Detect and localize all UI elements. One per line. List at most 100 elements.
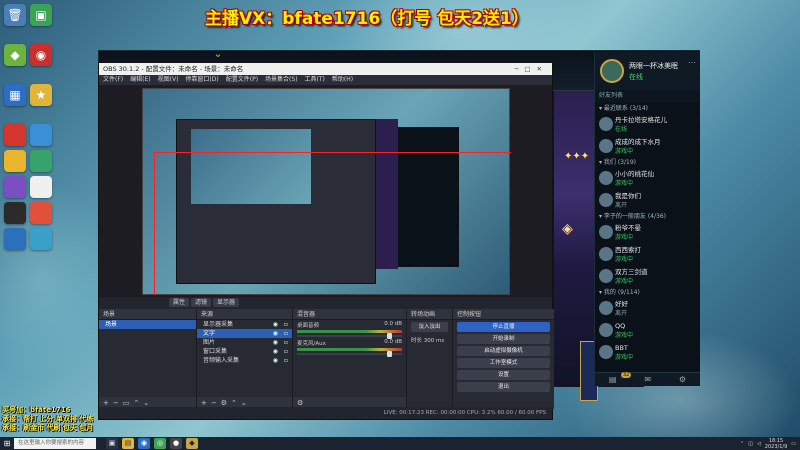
notification-icon[interactable]: ▭ bbox=[791, 441, 796, 447]
desktop-app-icon[interactable] bbox=[4, 202, 26, 224]
volume-slider[interactable] bbox=[297, 333, 402, 339]
lock-icon[interactable]: ▫ bbox=[284, 329, 288, 338]
source-item[interactable]: 窗口采集 ◉ ▫ bbox=[197, 347, 292, 356]
desktop-app-icon[interactable] bbox=[4, 228, 26, 250]
desktop-app-icon[interactable] bbox=[30, 124, 52, 146]
mail-icon[interactable]: ✉ bbox=[644, 375, 651, 384]
visibility-eye-icon[interactable]: ◉ bbox=[273, 347, 278, 356]
maximize-icon[interactable]: □ bbox=[524, 65, 536, 73]
friend-row[interactable]: 成成的成下水月 游戏中 bbox=[595, 136, 700, 158]
friend-row[interactable]: 我是你们 离开 bbox=[595, 190, 700, 212]
obs-icon[interactable]: ● bbox=[170, 438, 182, 449]
file-explorer-icon[interactable]: ▤ bbox=[122, 438, 134, 449]
menu-item[interactable]: 停靠窗口(D) bbox=[185, 76, 218, 83]
menu-item[interactable]: 视图(V) bbox=[158, 76, 179, 83]
visibility-eye-icon[interactable]: ◉ bbox=[273, 320, 278, 329]
friend-row[interactable]: 小小的桃花仙 游戏中 bbox=[595, 168, 700, 190]
volume-icon[interactable]: ◁ bbox=[757, 441, 761, 447]
network-icon[interactable]: ◫ bbox=[748, 441, 753, 447]
taskbar-search[interactable]: 在这里输入你要搜索的内容 bbox=[14, 438, 96, 449]
friend-row[interactable]: QQ 游戏中 bbox=[595, 320, 700, 342]
source-item[interactable]: 音频输入采集 ◉ ▫ bbox=[197, 356, 292, 365]
toolbar-button[interactable]: 滤镜 bbox=[191, 298, 212, 307]
duration-input[interactable]: 300 ms bbox=[424, 338, 444, 344]
app-icon-green[interactable]: ▣ bbox=[30, 4, 52, 26]
recycle-bin-icon[interactable]: 🗑 bbox=[4, 4, 26, 26]
desktop-app-icon[interactable] bbox=[30, 150, 52, 172]
friend-group-header[interactable]: ▾ 李子的一般朋友 (4/36) bbox=[595, 212, 700, 222]
control-button[interactable]: 工作室模式 bbox=[457, 358, 550, 368]
desktop-app-icon[interactable] bbox=[30, 228, 52, 250]
visibility-eye-icon[interactable]: ◉ bbox=[273, 356, 278, 365]
obs-preview[interactable] bbox=[99, 85, 552, 297]
browser-icon[interactable]: ◉ bbox=[138, 438, 150, 449]
friend-group-header[interactable]: ▾ 最近联系 (3/14) bbox=[595, 104, 700, 114]
desktop-app-icon[interactable] bbox=[4, 150, 26, 172]
friend-row[interactable]: 西西索打 游戏中 bbox=[595, 244, 700, 266]
menu-item[interactable]: 工具(T) bbox=[305, 76, 325, 83]
lock-icon[interactable]: ▫ bbox=[284, 356, 288, 365]
visibility-eye-icon[interactable]: ◉ bbox=[273, 338, 278, 347]
visibility-eye-icon[interactable]: ◉ bbox=[273, 329, 278, 338]
lock-icon[interactable]: ▫ bbox=[284, 338, 288, 347]
chat-icon[interactable]: ▤ bbox=[609, 375, 617, 384]
menu-item[interactable]: 帮助(H) bbox=[332, 76, 353, 83]
move-down-icon[interactable]: ⌄ bbox=[143, 399, 153, 407]
close-icon[interactable]: ✕ bbox=[537, 65, 548, 73]
game-client-icon[interactable]: ◆ bbox=[186, 438, 198, 449]
source-item[interactable]: 显示器采集 ◉ ▫ bbox=[197, 320, 292, 329]
menu-item[interactable]: 文件(F) bbox=[103, 76, 123, 83]
nvidia-icon[interactable]: ◆ bbox=[4, 44, 26, 66]
minimize-icon[interactable]: ─ bbox=[514, 65, 524, 73]
menu-item[interactable]: 配置文件(P) bbox=[226, 76, 258, 83]
toolbar-button[interactable]: 显示器 bbox=[213, 298, 240, 307]
gear-icon[interactable]: ⚙ bbox=[221, 399, 231, 407]
lock-icon[interactable]: ▫ bbox=[284, 320, 288, 329]
desktop-app-icon[interactable] bbox=[4, 124, 26, 146]
volume-slider[interactable] bbox=[297, 351, 402, 357]
friend-row[interactable]: 丹卡拉塔安格花儿 在线 bbox=[595, 114, 700, 136]
desktop-app-icon[interactable] bbox=[4, 176, 26, 198]
clock[interactable]: 18:15 2023/1/9 bbox=[765, 438, 787, 450]
filter-icon[interactable]: ▭ bbox=[123, 399, 134, 407]
source-item[interactable]: 图片 ◉ ▫ bbox=[197, 338, 292, 347]
lock-icon[interactable]: ▫ bbox=[284, 347, 288, 356]
move-down-icon[interactable]: ⌄ bbox=[241, 399, 251, 407]
menu-item[interactable]: 编辑(E) bbox=[130, 76, 150, 83]
friend-group-header[interactable]: ▾ 我们 (3/19) bbox=[595, 158, 700, 168]
menu-item[interactable]: 场景集合(S) bbox=[265, 76, 298, 83]
friend-row[interactable]: 粉爷不晕 游戏中 bbox=[595, 222, 700, 244]
source-item[interactable]: 文字 ◉ ▫ bbox=[197, 329, 292, 338]
control-button[interactable]: 停止直播 bbox=[457, 322, 550, 332]
control-button[interactable]: 设置 bbox=[457, 370, 550, 380]
add-icon[interactable]: + bbox=[103, 399, 113, 407]
gear-icon[interactable]: ⚙ bbox=[297, 399, 307, 407]
app-icon-yellow[interactable]: ★ bbox=[30, 84, 52, 106]
scene-item[interactable]: 场景 bbox=[99, 320, 196, 329]
chevron-down-icon[interactable]: ⌄ bbox=[207, 47, 229, 61]
app-icon-red[interactable]: ◉ bbox=[30, 44, 52, 66]
move-up-icon[interactable]: ⌃ bbox=[231, 399, 241, 407]
friend-group-header[interactable]: ▾ 我的 (9/114) bbox=[595, 288, 700, 298]
toolbar-button[interactable]: 属性 bbox=[169, 298, 190, 307]
avatar[interactable] bbox=[600, 59, 624, 83]
app-icon-blue[interactable]: ▦ bbox=[4, 84, 26, 106]
friend-row[interactable]: 双方三剑道 游戏中 bbox=[595, 266, 700, 288]
control-button[interactable]: 开始录制 bbox=[457, 334, 550, 344]
friend-row[interactable]: 好好 离开 bbox=[595, 298, 700, 320]
windows-start-icon[interactable]: ⊞ bbox=[0, 437, 14, 450]
settings-icon[interactable]: ⚙ bbox=[679, 375, 686, 384]
desktop-app-icon[interactable] bbox=[30, 176, 52, 198]
task-view-icon[interactable]: ▣ bbox=[106, 438, 118, 449]
control-button[interactable]: 退出 bbox=[457, 382, 550, 392]
transition-type-select[interactable]: 淡入淡出 bbox=[411, 322, 448, 332]
wechat-icon[interactable]: ◎ bbox=[154, 438, 166, 449]
desktop-app-icon[interactable] bbox=[30, 202, 52, 224]
remove-icon[interactable]: − bbox=[211, 399, 221, 407]
move-up-icon[interactable]: ⌃ bbox=[133, 399, 143, 407]
remove-icon[interactable]: − bbox=[113, 399, 123, 407]
control-button[interactable]: 启动虚拟摄像机 bbox=[457, 346, 550, 356]
menu-icon[interactable]: ⋯ bbox=[688, 58, 696, 67]
add-icon[interactable]: + bbox=[201, 399, 211, 407]
chevron-up-icon[interactable]: ⌃ bbox=[740, 441, 744, 447]
